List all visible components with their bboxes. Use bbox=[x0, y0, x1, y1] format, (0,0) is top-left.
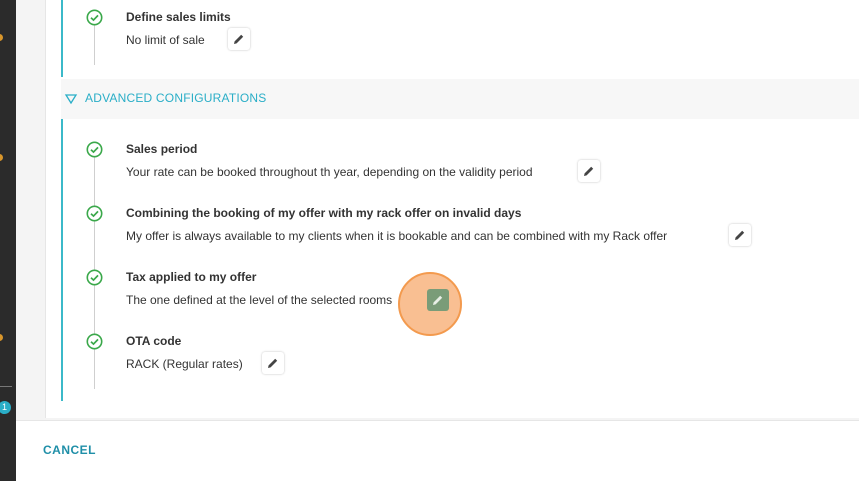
pencil-icon bbox=[433, 295, 443, 305]
item-title: Define sales limits bbox=[126, 10, 231, 24]
item-value: My offer is always available to my clien… bbox=[126, 229, 668, 243]
section-title[interactable]: ADVANCED CONFIGURATIONS bbox=[85, 91, 267, 105]
notification-badge[interactable]: 1 bbox=[0, 401, 11, 414]
item-title: Combining the booking of my offer with m… bbox=[126, 206, 522, 220]
cancel-button[interactable]: CANCEL bbox=[43, 443, 96, 457]
item-value: The one defined at the level of the sele… bbox=[126, 293, 393, 307]
footer-bar bbox=[16, 420, 859, 482]
check-circle-icon bbox=[86, 205, 103, 222]
edit-combining-booking-button[interactable] bbox=[729, 224, 751, 246]
pencil-icon bbox=[584, 166, 594, 176]
item-value: No limit of sale bbox=[126, 33, 205, 47]
item-value: Your rate can be booked throughout th ye… bbox=[126, 165, 533, 179]
pencil-icon bbox=[234, 34, 244, 44]
timeline-line bbox=[94, 25, 95, 65]
left-rail: 1 bbox=[0, 0, 16, 481]
pencil-icon bbox=[735, 230, 745, 240]
rail-indicator bbox=[0, 154, 3, 161]
item-title: OTA code bbox=[126, 334, 182, 348]
check-circle-icon bbox=[86, 333, 103, 350]
rail-divider bbox=[0, 386, 12, 387]
check-circle-icon bbox=[86, 9, 103, 26]
edit-sales-period-button[interactable] bbox=[578, 160, 600, 182]
item-title: Tax applied to my offer bbox=[126, 270, 257, 284]
edit-ota-code-button[interactable] bbox=[262, 352, 284, 374]
edit-tax-button[interactable] bbox=[427, 289, 449, 311]
check-circle-icon bbox=[86, 141, 103, 158]
pencil-icon bbox=[268, 358, 278, 368]
check-circle-icon bbox=[86, 269, 103, 286]
item-value: RACK (Regular rates) bbox=[126, 357, 243, 371]
rail-indicator bbox=[0, 34, 3, 41]
item-title: Sales period bbox=[126, 142, 198, 156]
rail-indicator bbox=[0, 334, 3, 341]
triangle-down-icon[interactable] bbox=[64, 92, 78, 106]
edit-sales-limits-button[interactable] bbox=[228, 28, 250, 50]
